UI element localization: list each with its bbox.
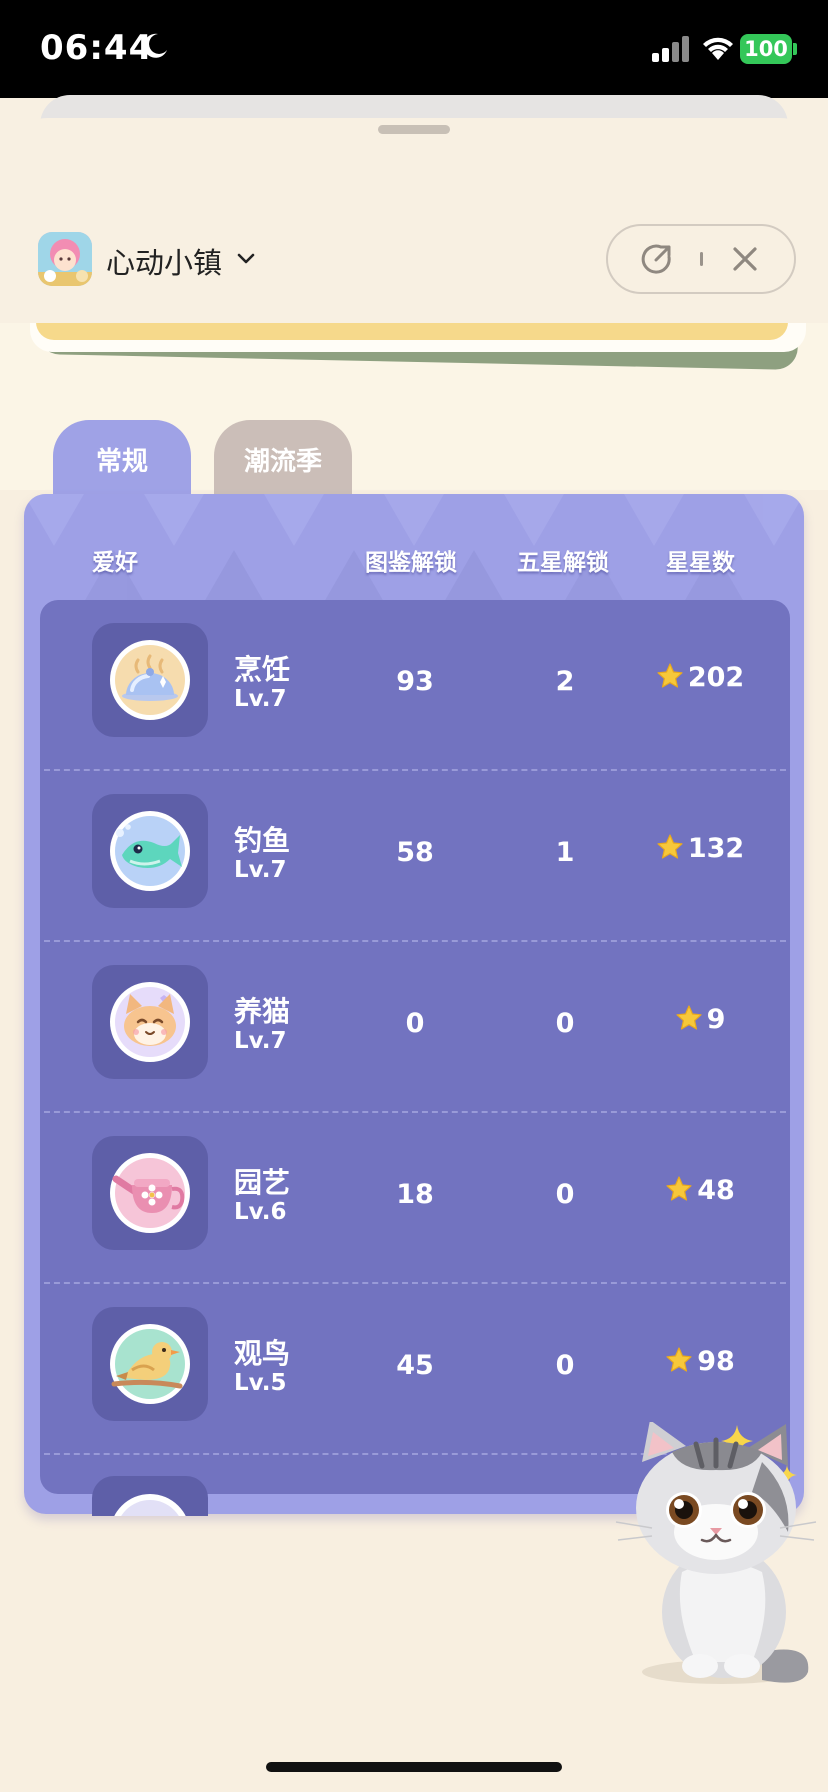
- hobby-level: Lv.5: [234, 1370, 287, 1396]
- status-time: 06:44: [40, 28, 154, 68]
- chevron-down-icon[interactable]: [236, 252, 256, 266]
- star-icon: [657, 834, 683, 859]
- home-indicator[interactable]: [266, 1762, 562, 1772]
- star-count-value: 98: [697, 1346, 735, 1377]
- column-header-codex-unlock: 图鉴解锁: [365, 550, 457, 576]
- hobby-table: 烹饪 Lv.7 93 2 202 钓鱼 Lv.7 58 1 132 养猫 Lv.…: [40, 600, 790, 1494]
- battery-cap: [793, 43, 797, 55]
- table-row[interactable]: 园艺 Lv.6 18 0 48: [40, 1113, 790, 1284]
- app-avatar[interactable]: [38, 232, 92, 286]
- tab-regular[interactable]: 常规: [53, 420, 191, 496]
- column-header-hobby: 爱好: [92, 550, 138, 576]
- hobby-name: 烹饪: [234, 653, 291, 686]
- star-icon: [675, 1005, 702, 1030]
- star-count: 9: [630, 1004, 770, 1035]
- codex-unlock-value: 18: [396, 1179, 434, 1210]
- star-count-value: 132: [687, 833, 745, 864]
- tab-trend-season[interactable]: 潮流季: [214, 420, 352, 496]
- table-row[interactable]: 钓鱼 Lv.7 58 1 132: [40, 771, 790, 942]
- five-star-unlock-value: 2: [555, 666, 575, 697]
- cat-mascot: [615, 1422, 817, 1684]
- five-star-unlock-value: 0: [555, 1008, 575, 1039]
- partial-hobby-icon: [114, 1494, 186, 1516]
- birdwatching-icon: [110, 1324, 190, 1404]
- app-avatar-art: [38, 232, 92, 286]
- hobby-icon-tile: [92, 623, 208, 737]
- column-header-star-count: 星星数: [666, 550, 735, 576]
- five-star-unlock-value: 0: [555, 1179, 575, 1210]
- cooking-icon: [110, 640, 190, 720]
- codex-unlock-value: 58: [396, 837, 434, 868]
- wifi-icon: [703, 37, 733, 60]
- five-star-unlock-value: 0: [555, 1350, 575, 1381]
- status-bar: 06:44 100: [0, 0, 828, 98]
- column-header-five-star-unlock: 五星解锁: [517, 550, 609, 576]
- hobby-icon-tile: [92, 794, 208, 908]
- star-count: 202: [630, 662, 770, 693]
- hobby-level: Lv.6: [234, 1199, 287, 1225]
- star-count-value: 202: [687, 662, 745, 693]
- app-name[interactable]: 心动小镇: [106, 240, 222, 282]
- capsule-divider: [700, 252, 703, 266]
- hobby-name: 养猫: [234, 995, 291, 1028]
- codex-unlock-value: 0: [405, 1008, 425, 1039]
- star-count-value: 48: [697, 1175, 735, 1206]
- moon-icon: [143, 33, 167, 58]
- share-icon[interactable]: [640, 242, 674, 276]
- star-icon: [666, 1176, 692, 1201]
- close-icon[interactable]: [730, 244, 760, 274]
- signal-icon: [652, 36, 689, 62]
- hobby-level: Lv.7: [234, 1028, 287, 1054]
- codex-unlock-value: 45: [396, 1350, 434, 1381]
- sheet-grabber[interactable]: [378, 125, 450, 134]
- fishing-icon: [110, 811, 190, 891]
- table-row[interactable]: 烹饪 Lv.7 93 2 202: [40, 600, 790, 771]
- hobby-icon-tile-partial: [92, 1476, 208, 1516]
- hobby-level: Lv.7: [234, 686, 287, 712]
- star-count-value: 9: [706, 1004, 726, 1035]
- hobby-name: 钓鱼: [234, 824, 291, 857]
- hobby-icon-tile: [92, 1136, 208, 1250]
- five-star-unlock-value: 1: [555, 837, 575, 868]
- table-row[interactable]: 养猫 Lv.7 0 0 9: [40, 942, 790, 1113]
- hobby-name: 园艺: [234, 1166, 291, 1199]
- star-icon: [666, 1347, 692, 1372]
- star-icon: [657, 663, 683, 688]
- star-count: 98: [630, 1346, 770, 1377]
- hobby-icon-tile: [92, 965, 208, 1079]
- star-count: 48: [630, 1175, 770, 1206]
- gardening-icon: [110, 1153, 190, 1233]
- cat-raising-icon: [110, 982, 190, 1062]
- star-count: 132: [630, 833, 770, 864]
- hobby-icon-tile: [92, 1307, 208, 1421]
- codex-unlock-value: 93: [396, 666, 434, 697]
- hobby-name: 观鸟: [234, 1337, 291, 1370]
- battery-indicator: 100: [740, 34, 792, 64]
- hobby-level: Lv.7: [234, 857, 287, 883]
